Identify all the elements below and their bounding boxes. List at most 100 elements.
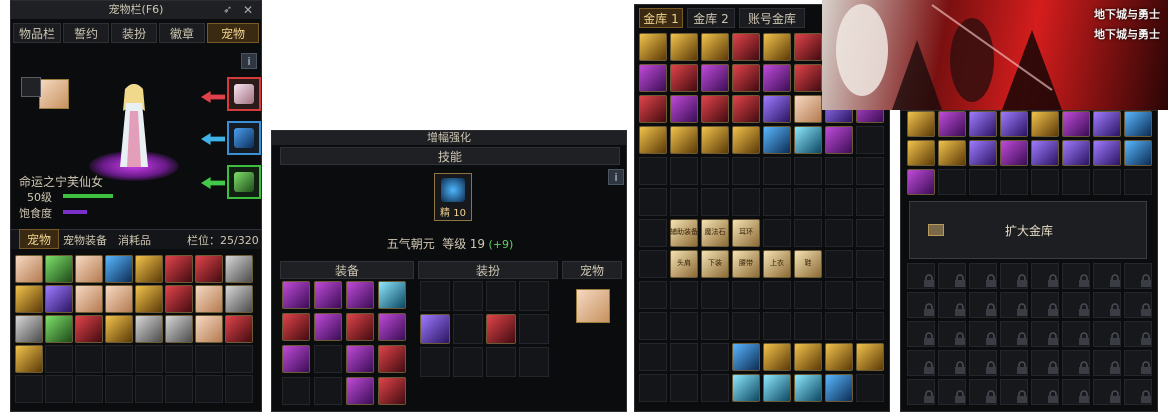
vault-item[interactable] — [701, 33, 729, 61]
vault-item[interactable] — [1062, 140, 1090, 166]
skill-icon[interactable]: 精 10 — [434, 173, 472, 221]
pet-item[interactable] — [195, 255, 223, 283]
close-icon[interactable]: ✕ — [241, 3, 255, 17]
vault-item[interactable] — [701, 126, 729, 154]
equip-item[interactable] — [346, 345, 374, 373]
equip-item[interactable] — [378, 281, 406, 309]
avatar-item[interactable] — [486, 314, 516, 344]
equip-item[interactable] — [346, 281, 374, 309]
pet-item[interactable] — [135, 315, 163, 343]
pet-item[interactable] — [165, 285, 193, 313]
vault-item[interactable] — [1124, 140, 1152, 166]
pet-item[interactable] — [105, 315, 133, 343]
vault-item[interactable] — [1031, 140, 1059, 166]
vault-item[interactable] — [670, 126, 698, 154]
vault-item[interactable] — [763, 343, 791, 371]
pet-item[interactable] — [15, 255, 43, 283]
tab-avatar[interactable]: 装扮 — [111, 23, 157, 43]
equip-item[interactable] — [378, 313, 406, 341]
pet-item[interactable] — [75, 315, 103, 343]
pet-item[interactable] — [225, 285, 253, 313]
vault-tab-2[interactable]: 金库 2 — [687, 8, 735, 28]
equip-item[interactable] — [346, 377, 374, 405]
vault-item[interactable] — [794, 126, 822, 154]
equip-item[interactable] — [282, 345, 310, 373]
vault-item[interactable] — [1031, 111, 1059, 137]
tab-pet[interactable]: 宠物 — [207, 23, 259, 43]
equip-item[interactable] — [378, 345, 406, 373]
equip-item[interactable] — [282, 313, 310, 341]
vault-item[interactable] — [732, 95, 760, 123]
vault-tab-account[interactable]: 账号金库 — [739, 8, 805, 28]
pet-item[interactable] — [165, 255, 193, 283]
enhance-pet-slot[interactable] — [576, 289, 610, 323]
vault-item[interactable] — [794, 33, 822, 61]
vault-item[interactable] — [763, 64, 791, 92]
vault-item[interactable] — [763, 95, 791, 123]
vault-item[interactable] — [670, 64, 698, 92]
pet-item[interactable] — [45, 285, 73, 313]
equip-item[interactable] — [314, 281, 342, 309]
vault-item[interactable] — [670, 95, 698, 123]
vault-item[interactable] — [732, 64, 760, 92]
pet-item[interactable] — [135, 255, 163, 283]
vault-item[interactable] — [701, 64, 729, 92]
vault-item[interactable] — [639, 33, 667, 61]
vault-item[interactable] — [1093, 111, 1121, 137]
vault-item[interactable] — [907, 140, 935, 166]
vault-item[interactable] — [794, 343, 822, 371]
vault-item[interactable] — [938, 140, 966, 166]
vault-item[interactable] — [825, 374, 853, 402]
pet-item[interactable] — [195, 285, 223, 313]
vault-item[interactable] — [938, 111, 966, 137]
pet-item[interactable] — [105, 285, 133, 313]
vault-item[interactable] — [907, 111, 935, 137]
vault-item[interactable] — [1000, 111, 1028, 137]
sub-tab-consumables[interactable]: 消耗品 — [118, 232, 151, 248]
pet-item[interactable] — [225, 255, 253, 283]
pet-slot[interactable] — [39, 79, 69, 109]
sub-tab-pet[interactable]: 宠物 — [19, 229, 59, 249]
pin-icon[interactable]: ➶ — [223, 3, 237, 17]
expand-vault-button[interactable]: 扩大金库 — [909, 201, 1147, 259]
pet-item[interactable] — [45, 255, 73, 283]
tab-pledge[interactable]: 誓约 — [63, 23, 109, 43]
pet-item[interactable] — [15, 285, 43, 313]
pet-item[interactable] — [165, 315, 193, 343]
vault-item[interactable] — [701, 95, 729, 123]
tab-emblem[interactable]: 徽章 — [159, 23, 205, 43]
vault-item[interactable] — [969, 140, 997, 166]
vault-item[interactable] — [639, 126, 667, 154]
vault-item[interactable] — [1062, 111, 1090, 137]
vault-item[interactable] — [794, 64, 822, 92]
vault-item[interactable] — [732, 33, 760, 61]
sub-tab-pet-equip[interactable]: 宠物装备 — [63, 232, 107, 248]
vault-item[interactable] — [1093, 140, 1121, 166]
avatar-item[interactable] — [420, 314, 450, 344]
vault-tab-1[interactable]: 金库 1 — [639, 8, 683, 28]
pet-item[interactable] — [15, 315, 43, 343]
vault-item[interactable] — [639, 95, 667, 123]
vault-item[interactable] — [732, 374, 760, 402]
vault-item[interactable] — [732, 126, 760, 154]
vault-item[interactable] — [763, 374, 791, 402]
info-button[interactable]: i — [241, 53, 257, 69]
vault-item[interactable] — [1000, 140, 1028, 166]
vault-item[interactable] — [732, 343, 760, 371]
vault-item[interactable] — [794, 95, 822, 123]
vault-item[interactable] — [670, 33, 698, 61]
vault-item[interactable] — [1124, 111, 1152, 137]
tab-inventory[interactable]: 物品栏 — [13, 23, 61, 43]
equip-item[interactable] — [282, 281, 310, 309]
vault-item[interactable] — [763, 33, 791, 61]
pet-item[interactable] — [75, 255, 103, 283]
equip-item[interactable] — [346, 313, 374, 341]
equip-item[interactable] — [378, 377, 406, 405]
pet-item[interactable] — [15, 345, 43, 373]
vault-item[interactable] — [856, 343, 884, 371]
pet-item[interactable] — [45, 315, 73, 343]
pet-item[interactable] — [75, 285, 103, 313]
pet-equip-slot-red[interactable] — [227, 77, 261, 111]
vault-item[interactable] — [639, 64, 667, 92]
vault-item[interactable] — [907, 169, 935, 195]
